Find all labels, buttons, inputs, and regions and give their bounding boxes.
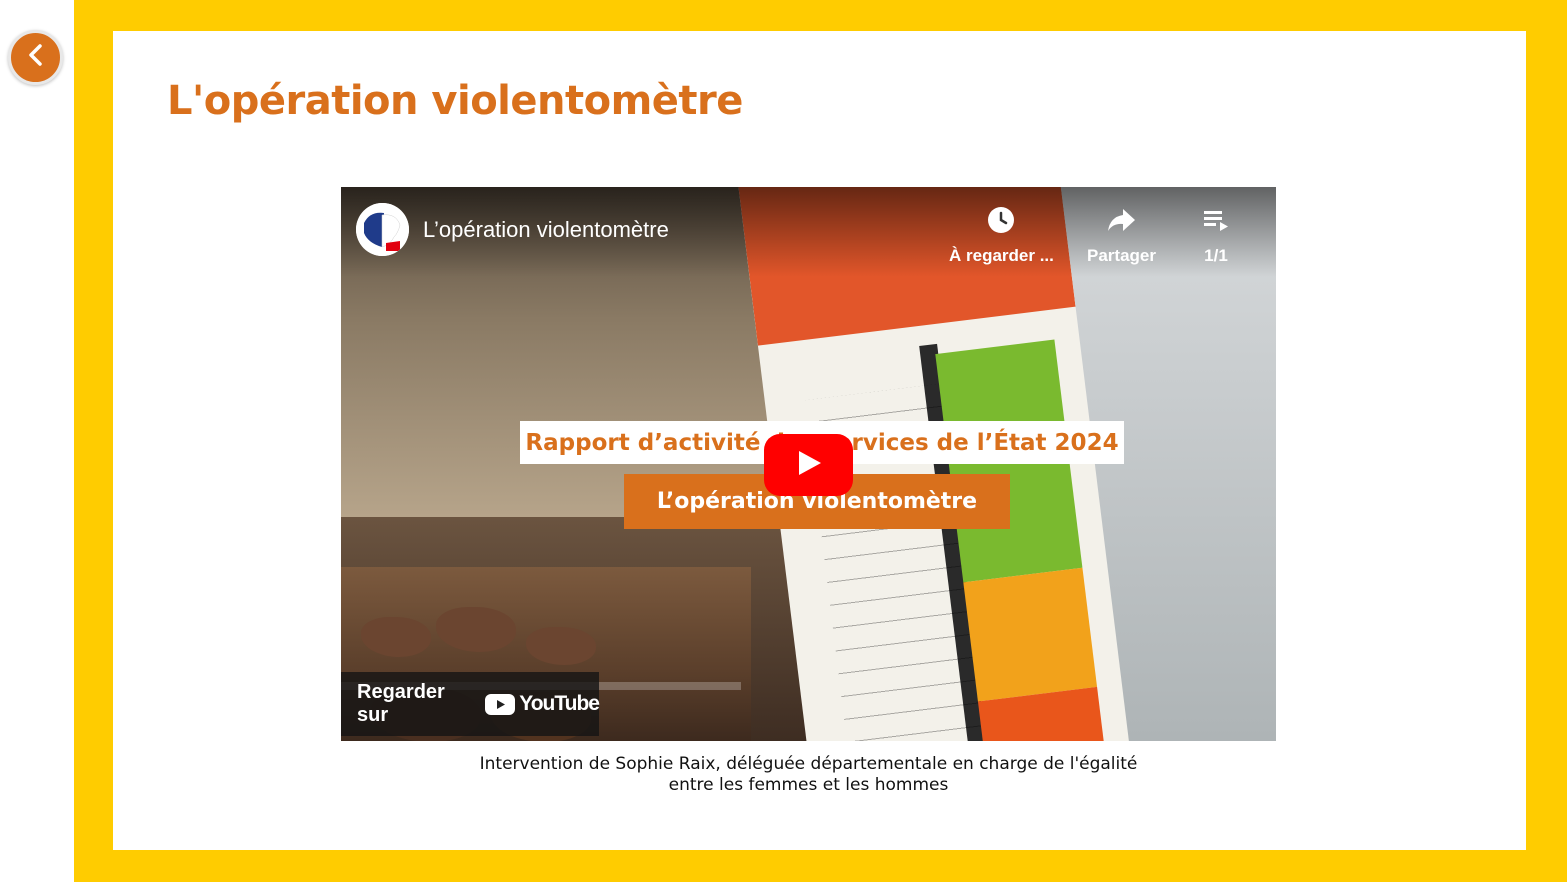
playlist-icon bbox=[1201, 205, 1231, 240]
watch-later-label: À regarder ... bbox=[949, 246, 1054, 265]
playlist-counter: 1/1 bbox=[1204, 246, 1228, 265]
video-title[interactable]: L’opération violentomètre bbox=[423, 217, 669, 243]
play-button[interactable] bbox=[764, 434, 853, 496]
share-icon bbox=[1105, 205, 1137, 240]
chevron-left-icon bbox=[26, 43, 46, 72]
clock-icon bbox=[986, 205, 1016, 240]
video-player[interactable]: L’opération violentomètre À regarder ...… bbox=[341, 187, 1276, 741]
youtube-logo: YouTube bbox=[485, 692, 600, 716]
left-gutter bbox=[0, 0, 74, 882]
back-button[interactable] bbox=[8, 30, 63, 85]
caption-line-1: Intervention de Sophie Raix, déléguée dé… bbox=[479, 754, 1138, 774]
share-label: Partager bbox=[1087, 246, 1156, 265]
playlist-button[interactable]: 1/1 bbox=[1201, 205, 1231, 266]
watch-on-label: Regarder sur bbox=[357, 681, 445, 726]
channel-avatar[interactable] bbox=[356, 203, 409, 256]
caption-line-2: entre les femmes et les hommes bbox=[668, 775, 949, 795]
share-button[interactable]: Partager bbox=[1087, 205, 1156, 266]
video-caption: Intervention de Sophie Raix, déléguée dé… bbox=[341, 754, 1276, 796]
page-title: L'opération violentomètre bbox=[167, 78, 743, 124]
watch-later-button[interactable]: À regarder ... bbox=[949, 205, 1054, 266]
watch-on-youtube-button[interactable]: Regarder sur YouTube bbox=[341, 672, 600, 736]
play-icon bbox=[795, 449, 823, 482]
